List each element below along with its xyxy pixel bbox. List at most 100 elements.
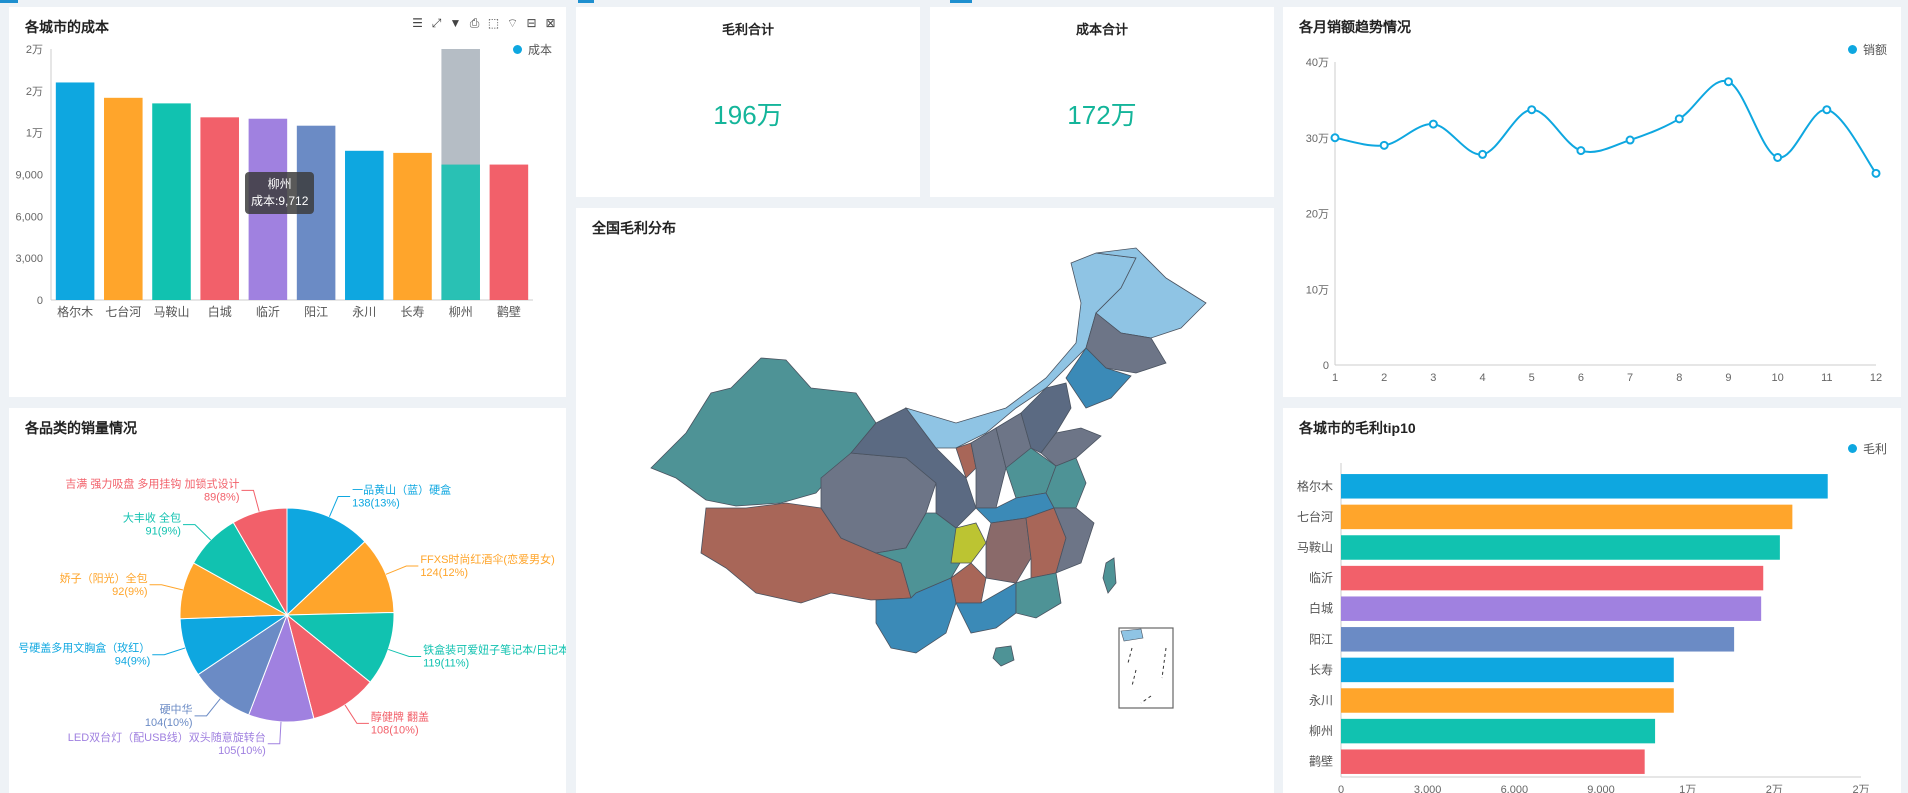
- data-point: [1625, 135, 1635, 145]
- bar: [1341, 749, 1645, 774]
- x-tick-label: 5: [1529, 372, 1535, 384]
- y-tick-label: 七台河: [1297, 509, 1333, 524]
- y-tick-label: 阳江: [1309, 632, 1333, 646]
- city-cost-panel: 各城市的成本 ☰ ⤢ ▼ ⎙ ⬚ ⌔ ⊟ ⊠ 成本 0 3,000 6,000 9,0…: [9, 7, 566, 397]
- gross-profit-total-card: 毛利合计 196万: [576, 7, 920, 197]
- category-sales-panel: 各品类的销量情况 一品黄山（蓝）硬盒 138(13%) FFXS时尚红酒伞(恋爱男女…: [9, 408, 566, 793]
- slice-label: LED双台灯（配USB线）双头随意旋转台: [68, 730, 266, 744]
- x-tick-label: 6: [1578, 372, 1584, 384]
- slice-label: 硬中华: [160, 702, 193, 716]
- bar: [489, 164, 529, 300]
- x-tick-label: 七台河: [105, 304, 141, 319]
- x-tick-label: 柳州: [449, 305, 473, 319]
- bar: [1341, 596, 1762, 621]
- map-regions: [650, 247, 1207, 667]
- y-tick-label: 20万: [1306, 209, 1329, 221]
- label-line: [194, 698, 221, 717]
- x-tick-label: 11: [1821, 372, 1832, 384]
- y-tick-label: 0: [1323, 360, 1329, 372]
- slice-value: 108(10%): [371, 724, 419, 736]
- x-tick-label: 0: [1338, 784, 1344, 793]
- slice-value: 91(9%): [146, 526, 181, 538]
- y-tick-label: 长寿: [1309, 663, 1333, 677]
- label-line: [267, 721, 282, 745]
- region-hunan: [985, 517, 1032, 584]
- x-tick-label: 2万: [1766, 784, 1783, 793]
- y-tick-label: 30万: [1306, 133, 1329, 145]
- card-title: 毛利合计: [721, 22, 774, 37]
- label-line: [328, 496, 351, 517]
- monthly-sales-panel: 各月销额趋势情况 销额 0 10万 20万 30万 40万 1 2 3 4 5 6 7 8 9 10 11 12: [1283, 7, 1901, 397]
- bar: [1341, 718, 1656, 744]
- y-tick-label: 0: [37, 295, 43, 307]
- card-value: 172万: [1067, 100, 1137, 130]
- bar: [1341, 474, 1828, 499]
- data-point: [1379, 140, 1389, 150]
- slice-value: 105(10%): [218, 745, 266, 757]
- series-line: [1334, 79, 1877, 174]
- x-tick-label: 1万: [1679, 784, 1696, 793]
- y-tick-label: 永川: [1309, 694, 1333, 708]
- data-point: [1527, 105, 1537, 115]
- y-tick-label: 40万: [1306, 57, 1329, 69]
- slice-label: 吉满 强力吸盘 多用挂钩 加锁式设计: [65, 476, 239, 490]
- x-tick-label: 阳江: [304, 305, 328, 319]
- data-point: [1330, 133, 1340, 143]
- x-tick-label: 长寿: [400, 305, 424, 319]
- bar: [1341, 535, 1780, 560]
- x-tick-label: 10: [1772, 372, 1784, 384]
- data-point: [1871, 168, 1881, 178]
- x-tick-label: 永川: [352, 305, 376, 319]
- china-map[interactable]: [576, 208, 1274, 793]
- label-line: [182, 524, 212, 541]
- slice-value: 94(9%): [115, 656, 150, 668]
- region-guangdong: [1015, 572, 1062, 619]
- slice-value: 138(13%): [352, 498, 400, 510]
- bar: [55, 82, 95, 300]
- x-tick-label: 3: [1430, 372, 1436, 384]
- slice-label: 号硬盖多用文胸盒（玫红）: [18, 641, 150, 655]
- bar: [441, 164, 480, 300]
- city-profit-top10-panel: 各城市的毛利tip10 毛利 0 3,000 6,000 9,000 1万 2万 2万 格尔木…: [1283, 408, 1901, 793]
- bar: [345, 150, 384, 300]
- label-line: [385, 565, 419, 575]
- slice-value: 89(8%): [204, 491, 239, 503]
- region-hainan: [992, 645, 1015, 667]
- x-tick-label: 8: [1676, 372, 1682, 384]
- slice-value: 92(9%): [112, 586, 147, 598]
- bar: [1341, 627, 1735, 652]
- slice-label: 醇健牌 翻盖: [371, 709, 429, 723]
- x-tick-label: 7: [1627, 372, 1633, 384]
- x-tick-label: 格尔木: [57, 304, 93, 319]
- y-tick-label: 3,000: [15, 253, 43, 265]
- region-chongqing: [950, 522, 987, 564]
- x-tick-label: 12: [1870, 372, 1882, 384]
- bar: [104, 97, 143, 300]
- city-profit-top10-chart: 0 3,000 6,000 9,000 1万 2万 2万 格尔木七台河马鞍山临沂白城阳江长寿永…: [1297, 463, 1870, 793]
- data-point: [1723, 77, 1733, 87]
- x-tick-label: 鹳壁: [497, 304, 521, 319]
- slice-label: FFXS时尚红酒伞(恋爱男女): [420, 552, 554, 566]
- x-tick-label: 2万: [1852, 784, 1869, 793]
- x-tick-label: 马鞍山: [153, 304, 189, 319]
- y-tick-label: 2万: [26, 86, 43, 98]
- region-taiwan: [1102, 557, 1117, 594]
- x-tick-label: 白城: [208, 304, 232, 319]
- y-tick-label: 柳州: [1309, 724, 1333, 738]
- bar: [152, 103, 191, 300]
- bar: [1341, 688, 1674, 713]
- y-tick-label: 马鞍山: [1297, 540, 1333, 555]
- y-tick-label: 1万: [26, 128, 43, 140]
- tooltip-city: 柳州: [267, 177, 292, 191]
- slice-label: 铁盒装可爱妞子笔记本/日记本: [423, 643, 566, 657]
- y-tick-label: 格尔木: [1297, 478, 1333, 493]
- label-line: [152, 647, 186, 656]
- x-tick-label: 1: [1332, 372, 1338, 384]
- slice-value: 124(12%): [420, 567, 468, 579]
- data-point: [1478, 149, 1488, 159]
- slice-label: 娇子（阳光）全包: [60, 571, 148, 585]
- category-sales-pie: 一品黄山（蓝）硬盒138(13%) FFXS时尚红酒伞(恋爱男女)124(12%)…: [18, 476, 566, 757]
- cost-total-card: 成本合计 172万: [930, 7, 1274, 197]
- slice-label: 一品黄山（蓝）硬盒: [352, 483, 451, 497]
- card-value: 196万: [713, 100, 783, 130]
